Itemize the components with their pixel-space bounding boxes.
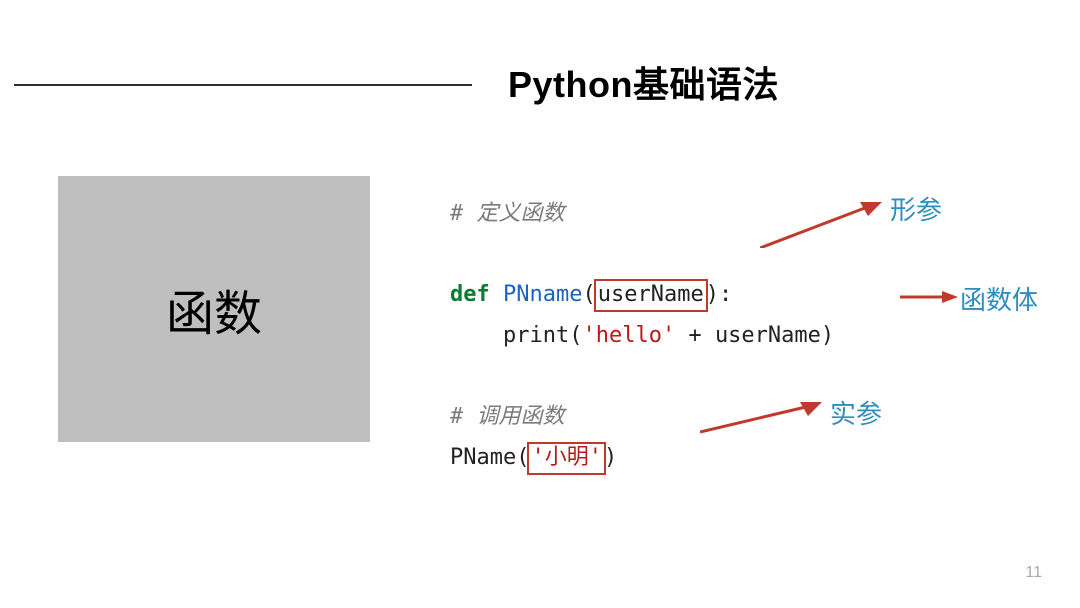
topic-box: 函数 bbox=[58, 176, 370, 442]
comment-call: # 调用函数 bbox=[450, 404, 565, 429]
param-name: userName bbox=[598, 282, 704, 307]
keyword-def: def bbox=[450, 282, 490, 307]
plus-op: + bbox=[675, 323, 715, 348]
arrow-icon bbox=[900, 290, 960, 304]
print-call: print bbox=[503, 323, 569, 348]
string-hello: 'hello' bbox=[582, 323, 675, 348]
topic-label: 函数 bbox=[166, 274, 262, 344]
formal-param-box: userName bbox=[594, 279, 708, 312]
annotation-formal: 形参 bbox=[890, 190, 942, 227]
comment-define: # 定义函数 bbox=[450, 201, 565, 226]
arrow-icon bbox=[700, 398, 830, 438]
page-number: 11 bbox=[1025, 564, 1042, 582]
annotation-body: 函数体 bbox=[960, 280, 1038, 317]
annotation-actual: 实参 bbox=[830, 394, 882, 431]
page-title: Python基础语法 bbox=[508, 56, 779, 108]
function-name: PNname bbox=[503, 282, 582, 307]
arrow-icon bbox=[760, 198, 890, 248]
header-rule bbox=[14, 84, 472, 86]
actual-param-box: '小明' bbox=[527, 442, 606, 475]
var-username: userName bbox=[715, 323, 821, 348]
arg-xiaoming: '小明' bbox=[531, 445, 602, 470]
call-name: PName bbox=[450, 445, 516, 470]
